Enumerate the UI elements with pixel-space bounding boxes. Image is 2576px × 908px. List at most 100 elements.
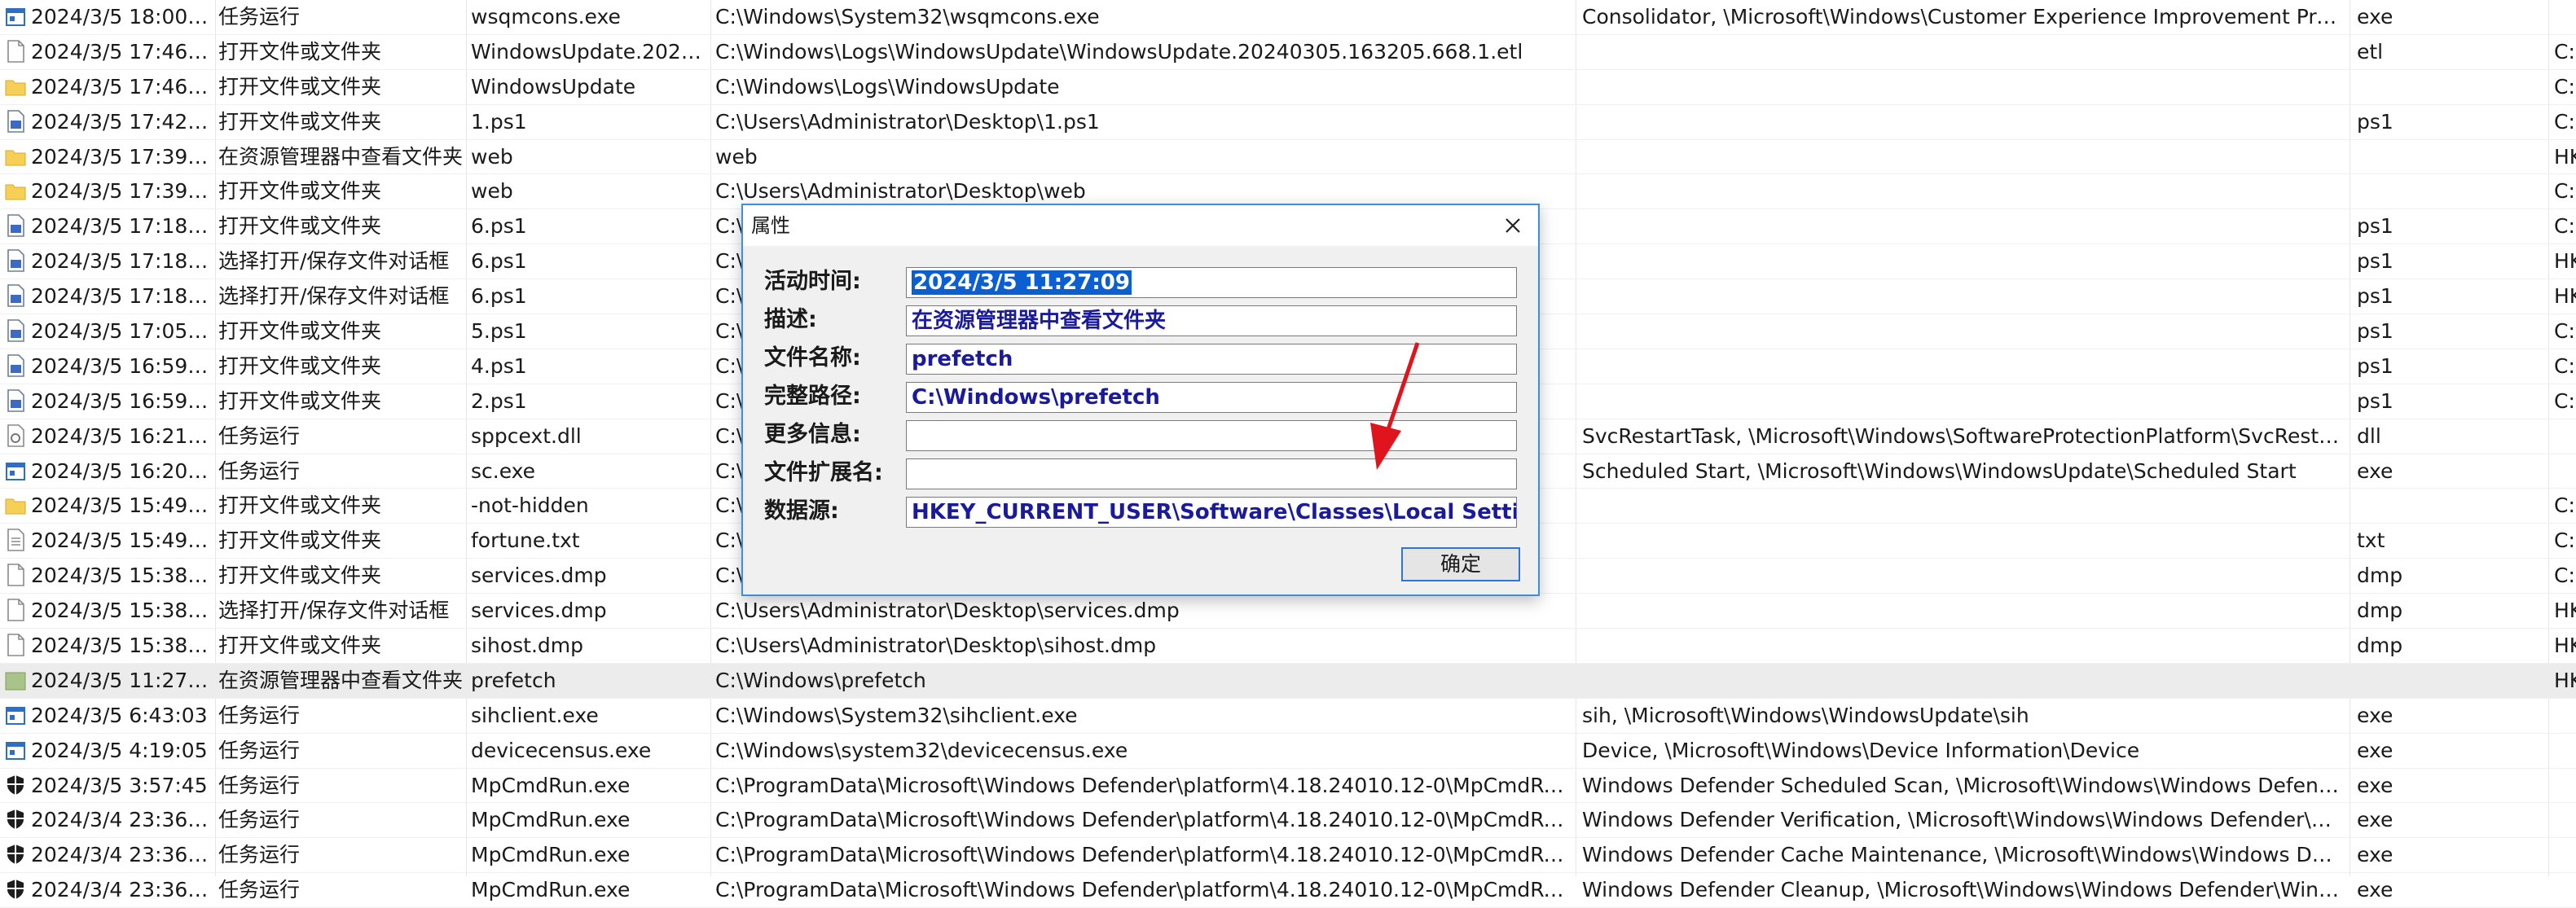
more-info-cell bbox=[1582, 209, 2340, 243]
action-cell-text: 打开文件或文件夹 bbox=[218, 39, 382, 64]
activity-time-cell: 2024/3/4 23:36:47 bbox=[0, 803, 212, 837]
extension-cell-text: exe bbox=[2357, 808, 2394, 832]
description-field[interactable]: 在资源管理器中查看文件夹 bbox=[906, 305, 1517, 336]
action-cell-text: 选择打开/保存文件对话框 bbox=[218, 284, 450, 309]
table-row[interactable]: 2024/3/4 23:36:47 任务运行 MpCmdRun.exe C:\Prog… bbox=[0, 803, 2576, 839]
table-row[interactable]: 2024/3/4 23:36:47 任务运行 MpCmdRun.exe C:\Prog… bbox=[0, 873, 2576, 908]
full-path-cell: C:\Users\Administrator\Desktop\sihost.dm… bbox=[715, 629, 1571, 663]
activity-time-cell: 2024/3/5 16:59:46 bbox=[0, 349, 212, 384]
activity-time-cell: 2024/3/5 17:42:04 bbox=[0, 105, 212, 139]
activity-time-cell: 2024/3/5 6:43:03 bbox=[0, 699, 212, 733]
table-row[interactable]: 2024/3/5 17:39:12在资源管理器中查看文件夹 web web HK bbox=[0, 140, 2576, 175]
data-source-cell-text: C: bbox=[2554, 179, 2575, 204]
filename-cell: WindowsUpdate bbox=[471, 70, 707, 104]
table-row[interactable]: 2024/3/5 17:46:52 打开文件或文件夹 WindowsUpdate C:… bbox=[0, 70, 2576, 105]
more-info-cell bbox=[1582, 664, 2340, 698]
full-path-cell-text: C:\Windows\System32\wsqmcons.exe bbox=[715, 5, 1100, 29]
scheduled-task-icon bbox=[5, 738, 26, 762]
activity-time-cell-text: 2024/3/5 17:42:04 bbox=[31, 109, 212, 134]
action-cell: 选择打开/保存文件对话框 bbox=[218, 594, 463, 628]
script-file-icon bbox=[5, 248, 26, 273]
data-source-cell: HK bbox=[2554, 664, 2576, 698]
data-source-cell bbox=[2554, 0, 2576, 34]
activity-time-field[interactable]: 2024/3/5 11:27:09 bbox=[906, 267, 1517, 298]
extension-cell-text: exe bbox=[2357, 458, 2394, 483]
extension-cell: ps1 bbox=[2357, 279, 2544, 314]
table-row[interactable]: 2024/3/5 15:38:36 打开文件或文件夹 sihost.dmp C:\Us… bbox=[0, 629, 2576, 664]
more-info-cell-text: Windows Defender Verification, \Microsof… bbox=[1582, 808, 2340, 832]
activity-time-cell-text: 2024/3/5 17:05:33 bbox=[31, 319, 212, 344]
table-row[interactable]: 2024/3/5 11:27:09 在资源管理器中查看文件夹 prefetch C:\… bbox=[0, 663, 2576, 699]
folder-icon bbox=[5, 668, 26, 692]
description-label: 描述: bbox=[764, 307, 817, 332]
folder-icon bbox=[5, 178, 26, 203]
table-row[interactable]: 2024/3/5 17:42:04 打开文件或文件夹 1.ps1 C:\Users\A… bbox=[0, 105, 2576, 140]
folder-icon bbox=[5, 144, 26, 169]
script-file-icon bbox=[5, 213, 26, 238]
filename-cell-text: MpCmdRun.exe bbox=[471, 843, 631, 867]
data-source-cell-text: C: bbox=[2554, 214, 2575, 239]
full-path-cell: C:\ProgramData\Microsoft\Windows Defende… bbox=[715, 873, 1571, 907]
data-source-cell: C: bbox=[2554, 489, 2576, 523]
data-source-cell-text: C: bbox=[2554, 388, 2575, 413]
full-path-cell-text: C:\Windows\Logs\WindowsUpdate\WindowsUpd… bbox=[715, 39, 1523, 64]
table-row[interactable]: 2024/3/5 18:00:00 任务运行 wsqmcons.exe C:\Wind… bbox=[0, 0, 2576, 35]
extension-cell: exe bbox=[2357, 0, 2544, 34]
extension-cell: exe bbox=[2357, 873, 2544, 907]
dialog-title-bar: 属性 bbox=[743, 205, 1538, 246]
filename-cell-text: MpCmdRun.exe bbox=[471, 773, 631, 797]
action-cell: 打开文件或文件夹 bbox=[218, 105, 463, 139]
more-info-cell bbox=[1582, 140, 2340, 174]
action-cell: 打开文件或文件夹 bbox=[218, 559, 463, 593]
extension-cell-text: dmp bbox=[2357, 564, 2403, 588]
action-cell: 任务运行 bbox=[218, 873, 463, 907]
action-cell-text: 打开文件或文件夹 bbox=[218, 109, 382, 134]
activity-time-cell-text: 2024/3/5 16:21:36 bbox=[31, 423, 212, 448]
filename-cell: sc.exe bbox=[471, 454, 707, 489]
table-row[interactable]: 2024/3/5 3:57:45 任务运行 MpCmdRun.exe C:\Progr… bbox=[0, 769, 2576, 804]
file-icon bbox=[5, 598, 26, 622]
data-source-cell bbox=[2554, 873, 2576, 907]
filename-cell-text: 5.ps1 bbox=[471, 319, 527, 344]
filename-cell-text: 6.ps1 bbox=[471, 284, 527, 309]
filename-cell: WindowsUpdate.2024... bbox=[471, 35, 707, 69]
more-info-cell bbox=[1582, 629, 2340, 663]
table-row[interactable]: 2024/3/5 4:19:05 任务运行 devicecensus.exe C:\W… bbox=[0, 734, 2576, 769]
filename-cell-text: 2.ps1 bbox=[471, 388, 527, 413]
data-source-cell: C: bbox=[2554, 524, 2576, 558]
extension-cell-text: exe bbox=[2357, 738, 2394, 762]
data-source-cell-text: C: bbox=[2554, 353, 2575, 378]
action-cell: 选择打开/保存文件对话框 bbox=[218, 279, 463, 314]
full-path-cell: C:\Windows\Logs\WindowsUpdate bbox=[715, 70, 1571, 104]
data-source-cell-text: C: bbox=[2554, 109, 2575, 134]
filename-cell-text: WindowsUpdate.2024... bbox=[471, 39, 707, 64]
folder-icon bbox=[5, 493, 26, 517]
data-source-cell-text: C: bbox=[2554, 39, 2575, 64]
table-row[interactable]: 2024/3/5 15:38:56 选择打开/保存文件对话框 services.dm… bbox=[0, 594, 2576, 629]
filename-cell-text: devicecensus.exe bbox=[471, 738, 652, 762]
filename-cell-text: services.dmp bbox=[471, 599, 607, 623]
table-row[interactable]: 2024/3/4 23:36:47 任务运行 MpCmdRun.exe C:\Prog… bbox=[0, 838, 2576, 874]
filename-cell-text: wsqmcons.exe bbox=[471, 5, 621, 29]
table-row[interactable]: 2024/3/5 17:46:52 打开文件或文件夹 WindowsUpdate.2… bbox=[0, 35, 2576, 70]
action-cell-text: 任务运行 bbox=[218, 458, 301, 483]
data-source-field[interactable]: HKEY_CURRENT_USER\Software\Classes\Local… bbox=[906, 497, 1517, 528]
file-icon bbox=[5, 563, 26, 587]
full-path-cell-text: C:\ bbox=[715, 493, 744, 518]
full-path-cell-text: C:\ bbox=[715, 353, 744, 378]
close-icon[interactable] bbox=[1499, 212, 1527, 239]
filename-cell: web bbox=[471, 174, 707, 208]
more-info-label: 更多信息: bbox=[764, 422, 861, 447]
ok-button[interactable]: 确定 bbox=[1401, 547, 1520, 581]
activity-time-cell-text: 2024/3/5 15:38:36 bbox=[31, 634, 212, 658]
extension-cell: exe bbox=[2357, 769, 2544, 803]
table-row[interactable]: 2024/3/5 6:43:03 任务运行 sihclient.exe C:\Wind… bbox=[0, 699, 2576, 734]
action-cell-text: 打开文件或文件夹 bbox=[218, 179, 382, 204]
extension-cell: ps1 bbox=[2357, 314, 2544, 349]
more-info-cell bbox=[1582, 314, 2340, 349]
full-path-cell-text: C:\ProgramData\Microsoft\Windows Defende… bbox=[715, 878, 1571, 902]
action-cell: 打开文件或文件夹 bbox=[218, 524, 463, 558]
activity-time-cell: 2024/3/5 15:49:38 bbox=[0, 489, 212, 523]
extension-cell-text: exe bbox=[2357, 878, 2394, 902]
action-cell-text: 打开文件或文件夹 bbox=[218, 493, 382, 518]
